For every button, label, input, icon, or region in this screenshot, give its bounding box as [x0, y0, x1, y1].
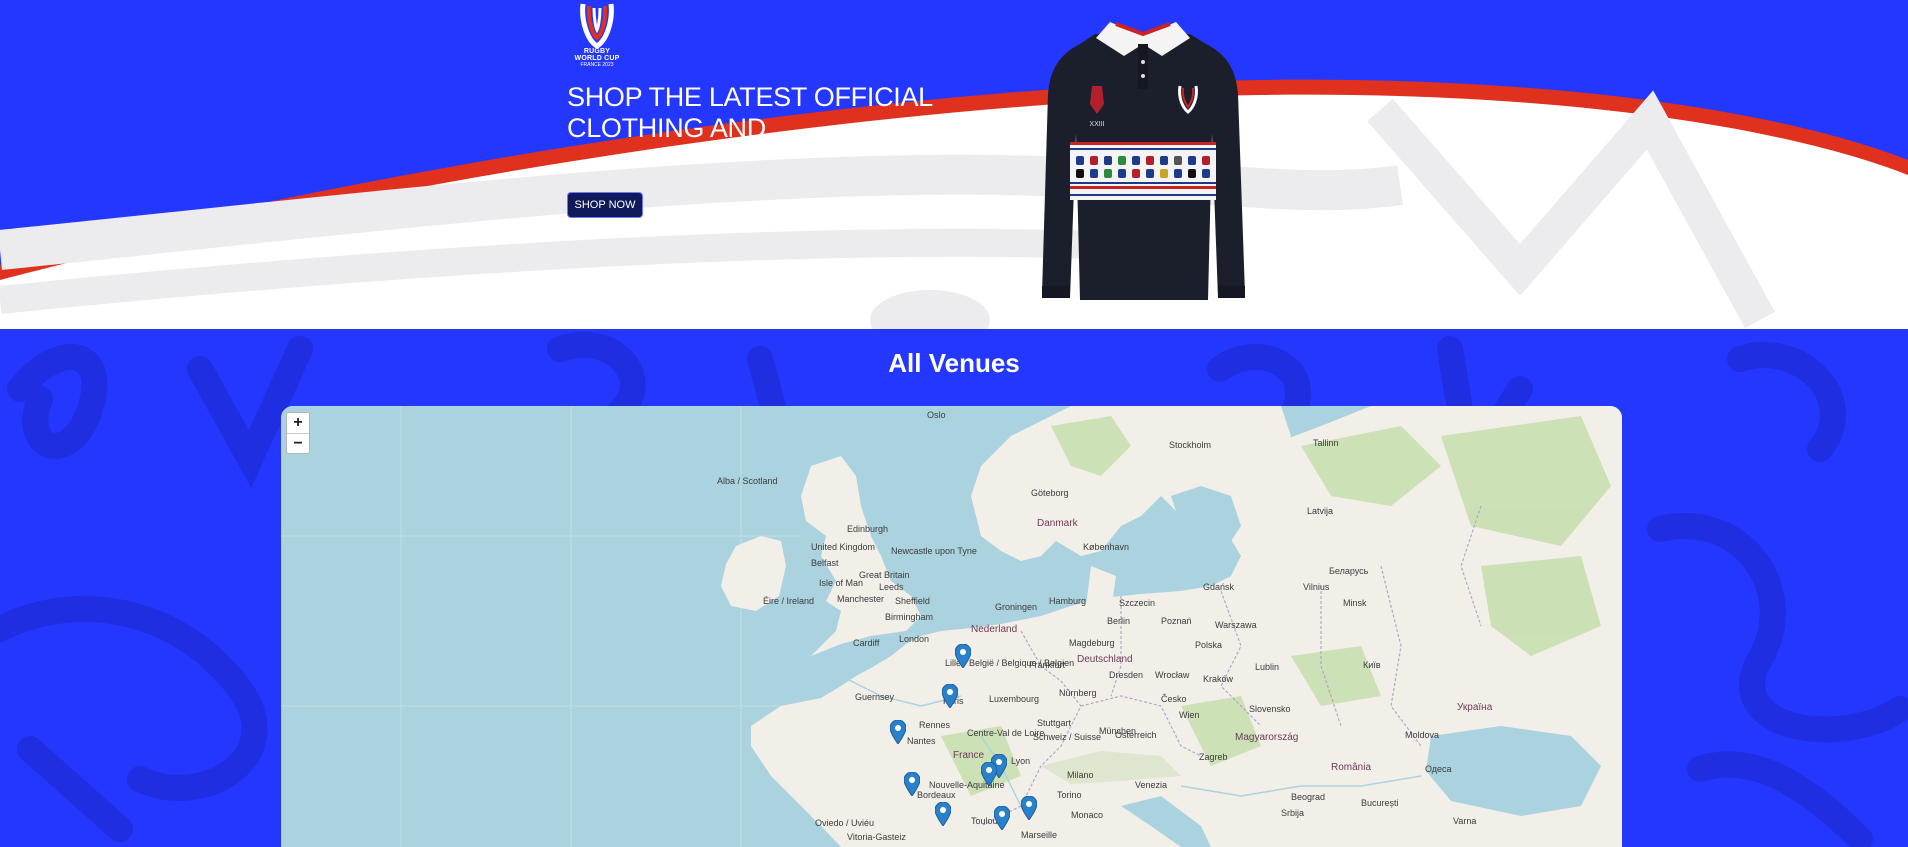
map-label: København [1083, 542, 1130, 552]
map-label: Great Britain [859, 570, 910, 580]
map-label: Poznań [1161, 616, 1192, 626]
map-label: Berlin [1107, 616, 1131, 626]
map-label: Nantes [907, 736, 936, 746]
rwc-trophy-icon [580, 3, 614, 48]
map-label: Monaco [1071, 810, 1104, 820]
map-label: Zagreb [1199, 752, 1228, 762]
map-label: Kraków [1203, 674, 1234, 684]
logo-line-3: FRANCE 2023 [580, 62, 614, 68]
hero-banner: RUGBY WORLD CUP FRANCE 2023 SHOP THE LAT… [0, 0, 1908, 329]
map-label: Szczecin [1119, 598, 1156, 608]
venue-marker-icon[interactable] [1021, 796, 1037, 820]
map-label: Schweiz / Suisse [1033, 732, 1102, 742]
venue-marker-icon[interactable] [904, 772, 920, 796]
map-label: Österreich [1115, 730, 1157, 740]
map-label: Lublin [1255, 662, 1280, 672]
map-label: București [1361, 798, 1399, 808]
map-label: United Kingdom [811, 542, 876, 552]
map-label: Warszawa [1215, 620, 1257, 630]
map-label: România [1331, 762, 1372, 773]
map-label: Nederland [971, 624, 1018, 635]
shirt-crest-text: XXIII [1089, 121, 1104, 128]
venue-marker-icon[interactable] [955, 644, 971, 668]
map-label: Birmingham [885, 612, 934, 622]
map-label: Беларусь [1329, 566, 1369, 576]
map-label: Polska [1195, 640, 1223, 650]
map-label: Wien [1179, 710, 1200, 720]
map-label: Tallinn [1313, 438, 1339, 448]
map-label: Éire / Ireland [763, 596, 815, 606]
map-label: Moldova [1405, 730, 1440, 740]
venue-marker-icon[interactable] [981, 762, 997, 786]
map-label: Sheffield [895, 596, 930, 606]
venue-marker-icon[interactable] [890, 720, 906, 744]
map-label: Danmark [1037, 518, 1078, 529]
map-label: Nürnberg [1059, 688, 1097, 698]
zoom-in-button[interactable]: + [287, 413, 309, 433]
map-label: Wrocław [1155, 670, 1190, 680]
map-label: Cardiff [853, 638, 880, 648]
map-label: Varna [1453, 816, 1477, 826]
map-label: France [953, 750, 985, 761]
map-label: Beograd [1291, 792, 1326, 802]
map-label: Göteborg [1031, 488, 1069, 498]
map-label: Dresden [1109, 670, 1144, 680]
shop-now-button[interactable]: SHOP NOW [567, 192, 643, 218]
map-label: Lyon [1011, 756, 1031, 766]
hero-title: SHOP THE LATEST OFFICIAL CLOTHING AND ME… [567, 82, 932, 143]
map-label: Stockholm [1169, 440, 1212, 450]
map-label: Edinburgh [847, 524, 889, 534]
venue-marker-icon[interactable] [942, 684, 958, 708]
map-label: Deutschland [1077, 654, 1133, 665]
rugby-shirt-image[interactable]: XXIII [1040, 14, 1247, 302]
map-label: Одеса [1425, 764, 1452, 774]
map-label: Slovensko [1249, 704, 1291, 714]
map-label: Oviedo / Uviéu [815, 818, 875, 828]
hero-wave-background [0, 0, 1908, 329]
map-label: Minsk [1343, 598, 1367, 608]
map-label: Magdeburg [1069, 638, 1115, 648]
logo-line-1: RUGBY [583, 48, 611, 55]
map-label: Leeds [879, 582, 904, 592]
map-label: Luxembourg [989, 694, 1040, 704]
logo-line-2: WORLD CUP [574, 55, 620, 62]
map-label: Guernsey [855, 692, 895, 702]
map-label: Isle of Man [819, 578, 864, 588]
zoom-out-button[interactable]: − [287, 433, 309, 453]
map-label: Hamburg [1049, 596, 1087, 606]
map-label: Vilnius [1303, 582, 1330, 592]
map-label: Latvija [1307, 506, 1334, 516]
map-label: London [899, 634, 930, 644]
map-label: Bordeaux [917, 790, 956, 800]
venues-title: All Venues [888, 348, 1020, 378]
map-label: Україна [1457, 702, 1493, 713]
venues-map[interactable]: Oslo Stockholm Tallinn Alba / Scotland G… [281, 406, 1622, 847]
venue-marker-icon[interactable] [935, 802, 951, 826]
map-zoom-control: + − [286, 412, 310, 454]
map-label: Rennes [919, 720, 951, 730]
map-label: Oslo [927, 410, 946, 420]
map-label: Київ [1363, 660, 1381, 670]
map-label: Groningen [995, 602, 1038, 612]
map-label: Milano [1067, 770, 1094, 780]
map-label: Newcastle upon Tyne [891, 546, 977, 556]
map-label: Belfast [811, 558, 839, 568]
map-label: Magyarország [1235, 732, 1299, 743]
map-label: Alba / Scotland [717, 476, 778, 486]
map-label: Manchester [837, 594, 885, 604]
rwc-logo[interactable]: RUGBY WORLD CUP FRANCE 2023 [567, 0, 627, 74]
map-label: Stuttgart [1037, 718, 1072, 728]
map-label: Torino [1057, 790, 1082, 800]
map-label: Frankfurt [1029, 660, 1066, 670]
map-label: Gdańsk [1203, 582, 1235, 592]
venue-marker-icon[interactable] [994, 806, 1010, 830]
map-label: Venezia [1135, 780, 1168, 790]
map-label: Vitoria-Gasteiz [847, 832, 906, 842]
map-label: Marseille [1021, 830, 1058, 840]
map-label: Česko [1161, 694, 1187, 704]
map-label: Srbija [1281, 808, 1305, 818]
